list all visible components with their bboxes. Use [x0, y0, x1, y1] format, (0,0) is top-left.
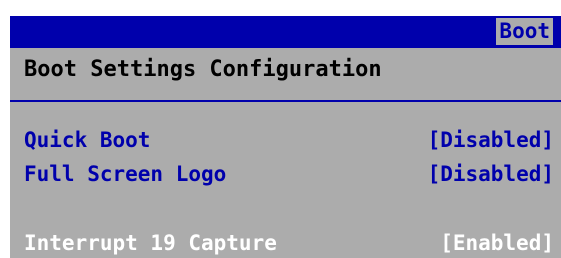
setting-label: Interrupt 19 Capture	[24, 231, 277, 255]
divider	[10, 100, 561, 102]
setting-value[interactable]: [Disabled]	[428, 160, 554, 188]
setting-label: Full Screen Logo	[24, 162, 227, 186]
setting-value[interactable]: [Enabled]	[440, 229, 554, 257]
settings-panel: Boot Settings Configuration Quick Boot […	[10, 48, 561, 258]
setting-value[interactable]: [Disabled]	[428, 126, 554, 154]
bios-screen: Boot Boot Settings Configuration Quick B…	[0, 0, 561, 258]
bios-menu-bar: Boot	[10, 16, 561, 48]
setting-quick-boot[interactable]: Quick Boot [Disabled]	[24, 126, 554, 154]
setting-interrupt-19-capture[interactable]: Interrupt 19 Capture [Enabled]	[24, 229, 554, 257]
tab-boot[interactable]: Boot	[496, 18, 553, 45]
setting-label: Quick Boot	[24, 128, 151, 152]
setting-full-screen-logo[interactable]: Full Screen Logo [Disabled]	[24, 160, 554, 188]
section-title: Boot Settings Configuration	[24, 57, 382, 82]
